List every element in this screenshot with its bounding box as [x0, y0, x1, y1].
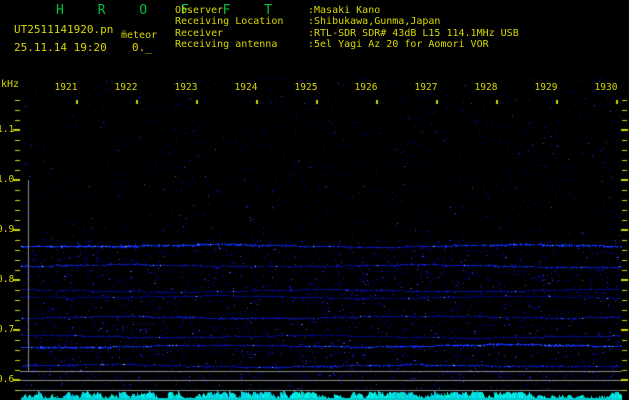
field-label-receiving-antenna: Receiving antenna: [175, 38, 278, 50]
x-tick-label-1927: 1927: [414, 82, 438, 93]
field-label-observer: Observer: [175, 5, 224, 16]
spectrogram-canvas: [0, 0, 629, 400]
field-label-receiving-location: Receiving Location: [175, 16, 284, 28]
x-axis-tick-labels: 1921 1922 1923 1924 1925 1926 1927 1928 1929 1930: [0, 83, 629, 95]
x-tick-label-1930: 1930: [594, 82, 618, 93]
x-tick-label-1925: 1925: [294, 82, 318, 93]
field-value-receiver: :RTL-SDR SDR# 43dB L15 114.1MHz USB: [308, 27, 519, 39]
x-tick-label-1923: 1923: [174, 82, 198, 93]
x-tick-label-1922: 1922: [114, 82, 138, 93]
y-tick-label-0.6: 0.6: [0, 374, 15, 385]
x-tick-label-1924: 1924: [234, 82, 258, 93]
x-tick-label-1926: 1926: [354, 82, 378, 93]
field-label-receiver: Receiver: [175, 27, 224, 39]
y-tick-label-0.7: 0.7: [0, 324, 15, 335]
field-value-receiving-antenna: :5el Yagi Az 20 for Aomori VOR: [308, 38, 489, 50]
y-tick-label-0.8: 0.8: [0, 274, 15, 285]
y-tick-label-0.9: 0.9: [0, 224, 15, 235]
y-tick-label-1.0: 1.0: [0, 174, 15, 185]
y-axis-tick-labels: 1.1 1.0 0.9 0.8 0.7 0.6: [0, 0, 20, 400]
hrofft-window: H R O F F T UT2511141920.pn m̈eteor 25.1…: [0, 0, 629, 400]
header-info-block: Observer :Masaki Kano Receiving Location :S…: [0, 0, 629, 60]
field-value-observer: :Masaki Kano: [308, 5, 381, 16]
y-tick-label-1.1: 1.1: [0, 124, 15, 135]
x-tick-label-1921: 1921: [54, 82, 78, 93]
field-value-receiving-location: :Shibukawa,Gunma,Japan: [308, 16, 441, 28]
x-tick-label-1928: 1928: [474, 82, 498, 93]
x-tick-label-1929: 1929: [534, 82, 558, 93]
